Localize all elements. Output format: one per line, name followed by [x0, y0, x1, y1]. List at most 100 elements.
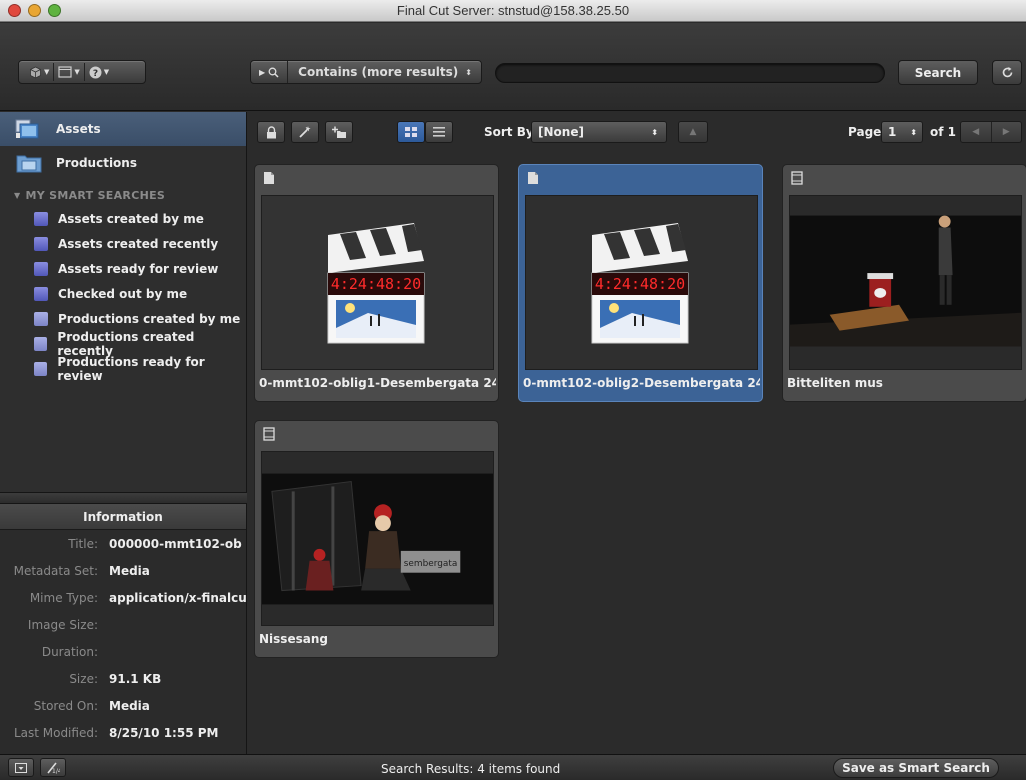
chevron-down-icon: ▼ — [103, 68, 110, 76]
search-scope-select[interactable]: Contains (more results) — [288, 65, 458, 79]
asset-thumbnail: sembergata — [261, 451, 494, 626]
toolbar-button-group: ▼ ▼ ? ▼ — [18, 60, 146, 84]
pane-splitter[interactable] — [0, 492, 247, 504]
add-to-production-button[interactable] — [325, 121, 353, 143]
help-menu-button[interactable]: ? ▼ — [89, 66, 109, 79]
sort-by-label: Sort By — [484, 125, 534, 139]
svg-text:4:24:48:20: 4:24:48:20 — [330, 275, 420, 293]
view-menu-button[interactable]: ▼ — [58, 66, 80, 78]
asset-tile-selected[interactable]: 4:24:48:20 0-mmt102-oblig2-Desembergata … — [518, 164, 763, 402]
smart-search-label: Productions ready for review — [57, 354, 205, 383]
smart-search-label: Productions created by me — [58, 311, 241, 326]
asset-name: 0-mmt102-oblig2-Desembergata 24 — [523, 376, 760, 390]
svg-text:sembergata: sembergata — [404, 559, 458, 569]
search-scope-control[interactable]: ▶ Contains (more results) ⬍ — [250, 60, 482, 84]
smart-searches-heading[interactable]: ▼ MY SMART SEARCHES — [0, 184, 246, 206]
smart-search-item[interactable]: Productions created recently — [0, 330, 246, 358]
sort-order-button[interactable]: ▲ — [678, 121, 708, 143]
sort-by-select[interactable]: [None] ⬍ — [531, 121, 667, 143]
previous-page-button[interactable]: ◀ — [961, 122, 992, 142]
smart-search-item[interactable]: Productions created by me — [0, 306, 246, 331]
section-heading-label: MY SMART SEARCHES — [25, 188, 166, 202]
refresh-icon — [1002, 67, 1012, 78]
page-navigation: ◀ ▶ — [960, 121, 1022, 143]
video-frame-stage-image — [790, 196, 1021, 369]
smart-search-item[interactable]: Productions ready for review — [0, 354, 246, 383]
sidebar-item-label: Assets — [56, 122, 101, 136]
chevron-down-icon: ▼ — [44, 68, 50, 76]
smart-search-list: Assets created by me Assets created rece… — [0, 206, 246, 383]
information-header: Information — [0, 504, 246, 530]
info-row-last-modified: Last Modified: 8/25/10 1:55 PM — [13, 725, 219, 740]
final-cut-project-icon: 4:24:48:20 — [591, 222, 688, 343]
window-title-bar: Final Cut Server: stnstud@158.38.25.50 — [0, 0, 1026, 22]
action-menu-button[interactable]: ▼ — [19, 66, 49, 79]
wand-tools-icon: 1/4 — [47, 762, 60, 774]
film-icon — [791, 171, 803, 185]
window-title: Final Cut Server: stnstud@158.38.25.50 — [396, 3, 630, 18]
info-row-duration: Duration: — [41, 644, 98, 659]
page-select[interactable]: 1 ⬍ — [881, 121, 923, 143]
chevron-down-icon: ▼ — [74, 68, 80, 76]
sort-ascending-icon: ▲ — [689, 127, 697, 137]
thumbnail-view-button[interactable] — [397, 121, 425, 143]
asset-name: Nissesang — [259, 632, 328, 646]
content-toolbar: Sort By [None] ⬍ ▲ Page 1 ⬍ of 1 ◀ ▶ — [248, 112, 1026, 154]
sort-by-value: [None] — [538, 125, 584, 139]
main-toolbar: ▼ ▼ ? ▼ ▶ Contains (more results) ⬍ Sear… — [0, 23, 1026, 111]
page-value: 1 — [888, 125, 897, 139]
asset-search-icon — [34, 286, 48, 301]
add-folder-icon — [331, 126, 346, 138]
asset-thumbnail — [789, 195, 1022, 370]
smart-search-item[interactable]: Assets ready for review — [0, 256, 246, 281]
smart-search-item[interactable]: Checked out by me — [0, 281, 246, 306]
smart-search-item[interactable]: Assets created by me — [0, 206, 246, 231]
asset-name: Bitteliten mus — [787, 376, 883, 390]
production-search-icon — [34, 311, 48, 326]
svg-text:?: ? — [93, 69, 98, 79]
search-options-toggle[interactable]: ▶ — [251, 61, 289, 83]
asset-search-icon — [34, 236, 48, 251]
film-icon — [263, 427, 275, 441]
asset-search-icon — [34, 261, 48, 276]
information-panel: Information Title: 000000-mmt102-ob Metad… — [0, 504, 247, 754]
production-search-icon — [34, 361, 48, 376]
page-count: of 1 — [930, 125, 956, 139]
search-button[interactable]: Search — [898, 60, 978, 85]
asset-thumbnail: 4:24:48:20 — [525, 195, 758, 370]
sidebar-item-productions[interactable]: Productions — [0, 146, 246, 180]
smart-search-label: Assets created by me — [58, 211, 204, 226]
asset-tile[interactable]: sembergata Nissesang — [254, 420, 499, 658]
info-row-size: Size: 91.1 KB — [69, 671, 162, 686]
search-results-status: Search Results: 4 items found — [381, 762, 561, 776]
status-bar: 1/4 Search Results: 4 items found Save a… — [0, 754, 1026, 780]
edit-tools-button[interactable]: 1/4 — [40, 758, 66, 777]
final-cut-project-icon: 4:24:48:20 — [327, 222, 424, 343]
search-input[interactable] — [495, 63, 885, 83]
smart-search-item[interactable]: Assets created recently — [0, 231, 246, 256]
window-icon — [58, 66, 72, 78]
refresh-button[interactable] — [992, 60, 1022, 85]
select-arrows-icon: ⬍ — [465, 67, 472, 77]
select-arrows-icon: ⬍ — [910, 127, 917, 137]
magnifier-icon — [268, 67, 279, 78]
asset-tile[interactable]: 4:24:48:20 0-mmt102-oblig1-Desembergata … — [254, 164, 499, 402]
edit-metadata-button[interactable] — [291, 121, 319, 143]
asset-thumbnail: 4:24:48:20 — [261, 195, 494, 370]
toggle-info-panel-button[interactable] — [8, 758, 34, 777]
checkout-button[interactable] — [257, 121, 285, 143]
list-view-button[interactable] — [425, 121, 453, 143]
smart-search-label: Checked out by me — [58, 286, 188, 301]
asset-search-icon — [34, 211, 48, 226]
info-row-metadata-set: Metadata Set: Media — [13, 563, 150, 578]
next-page-button[interactable]: ▶ — [992, 122, 1022, 142]
magic-wand-icon — [299, 126, 311, 138]
sidebar: Assets Productions ▼ MY SMART SEARCHES A… — [0, 112, 247, 492]
select-arrows-icon: ⬍ — [651, 127, 658, 137]
asset-grid: 4:24:48:20 0-mmt102-oblig1-Desembergata … — [248, 154, 1026, 754]
smart-search-label: Assets ready for review — [58, 261, 219, 276]
sidebar-item-assets[interactable]: Assets — [0, 112, 246, 146]
asset-tile[interactable]: Bitteliten mus — [782, 164, 1026, 402]
info-row-stored-on: Stored On: Media — [33, 698, 150, 713]
save-as-smart-search-button[interactable]: Save as Smart Search — [833, 758, 999, 778]
